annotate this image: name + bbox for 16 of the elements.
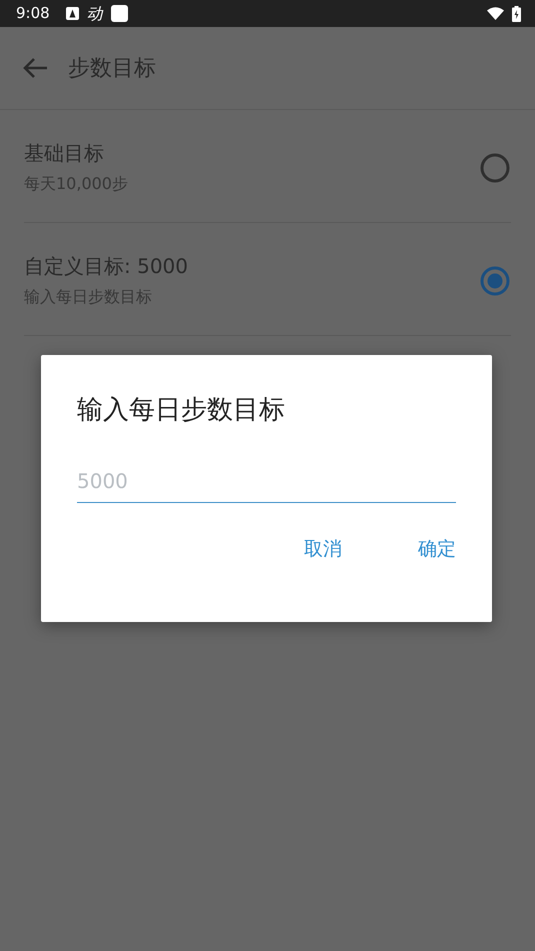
- app-icon: [110, 5, 128, 22]
- battery-icon: [512, 6, 521, 22]
- radio-button[interactable]: [479, 265, 511, 297]
- dialog-button[interactable]: 取消: [290, 527, 356, 572]
- notification-icon: [66, 7, 79, 20]
- dialog-title: 输入每日步数目标: [77, 394, 286, 427]
- radio-button[interactable]: [479, 152, 511, 184]
- dialog-button[interactable]: 确定: [404, 527, 470, 572]
- option-title: 自定义目标: 5000: [24, 253, 189, 279]
- wifi-icon: [487, 7, 504, 20]
- status-time: 9:08: [16, 3, 50, 24]
- back-arrow-icon[interactable]: [22, 57, 48, 79]
- notification-text: 动: [86, 2, 103, 24]
- option-title: 基础目标: [24, 140, 105, 166]
- screen-title: 步数目标: [68, 54, 156, 82]
- input-field[interactable]: 5000: [77, 460, 456, 503]
